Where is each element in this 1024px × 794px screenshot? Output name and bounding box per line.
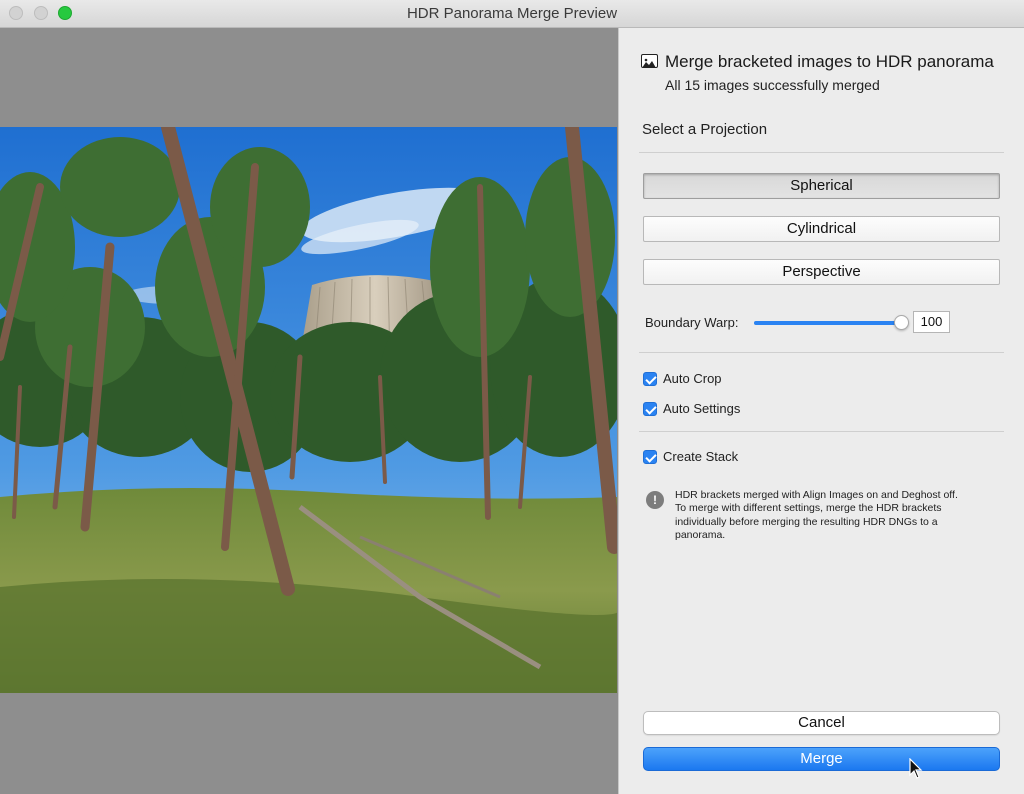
projection-perspective-button[interactable]: Perspective — [643, 259, 1000, 285]
merge-options-panel: Merge bracketed images to HDR panorama A… — [618, 28, 1024, 794]
boundary-warp-slider-fill — [754, 321, 901, 325]
info-message: HDR brackets merged with Align Images on… — [675, 489, 958, 541]
cancel-button[interactable]: Cancel — [643, 711, 1000, 735]
auto-settings-label: Auto Settings — [663, 401, 741, 416]
create-stack-label: Create Stack — [663, 449, 739, 464]
title-bar[interactable]: HDR Panorama Merge Preview — [0, 0, 1024, 28]
merge-status: All 15 images successfully merged — [665, 77, 880, 93]
auto-crop-label: Auto Crop — [663, 371, 722, 386]
boundary-warp-label: Boundary Warp: — [645, 315, 739, 330]
boundary-warp-slider-thumb[interactable] — [894, 315, 909, 330]
panorama-icon — [641, 54, 658, 68]
preview-area — [0, 28, 618, 794]
projection-spherical-button[interactable]: Spherical — [643, 173, 1000, 199]
mouse-pointer-icon — [909, 758, 923, 779]
panel-title: Merge bracketed images to HDR panorama — [665, 52, 994, 71]
panorama-preview-image — [0, 127, 617, 693]
boundary-warp-slider[interactable] — [754, 315, 909, 330]
divider — [639, 152, 1004, 153]
divider — [639, 431, 1004, 432]
merge-button[interactable]: Merge — [643, 747, 1000, 771]
merge-preview-window: HDR Panorama Merge Preview Merge bracket… — [0, 0, 1024, 794]
window-title: HDR Panorama Merge Preview — [406, 5, 618, 22]
checkbox-checked[interactable] — [643, 372, 657, 386]
divider — [639, 352, 1004, 353]
checkbox-checked[interactable] — [643, 450, 657, 464]
checkbox-checked[interactable] — [643, 402, 657, 416]
boundary-warp-value-field[interactable]: 100 — [913, 311, 950, 333]
projection-cylindrical-button[interactable]: Cylindrical — [643, 216, 1000, 242]
info-icon: ! — [646, 491, 664, 509]
projection-heading: Select a Projection — [642, 121, 768, 138]
